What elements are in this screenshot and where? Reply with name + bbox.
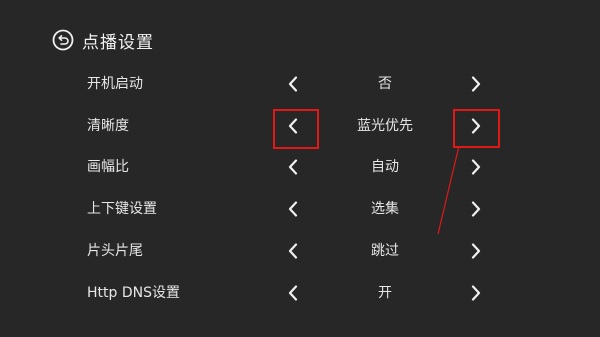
annotation-arrow-line (437, 145, 460, 235)
playback-settings-page: 点播设置 开机启动 否 清晰度 蓝光优先 画幅比 自动 上下键设置 选集 片头片… (0, 0, 600, 337)
